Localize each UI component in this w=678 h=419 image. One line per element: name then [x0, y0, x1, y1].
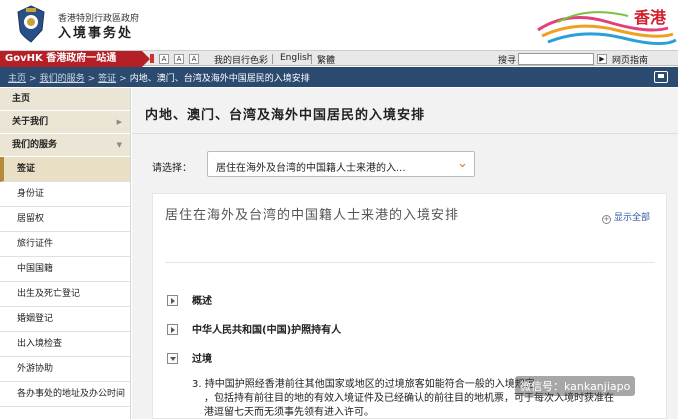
sidebar-item-home[interactable]: 主页	[0, 88, 130, 111]
select-row: 请选择： 居住在海外及台湾的中国籍人士来港的入... ⌄	[132, 135, 678, 183]
search-input[interactable]	[518, 53, 594, 65]
color-preference-link[interactable]: 我的目行色彩	[214, 53, 268, 66]
brand-text: 香港	[633, 8, 666, 27]
breadcrumb-separator: >	[119, 74, 127, 84]
topic-select-value: 居住在海外及台湾的中国籍人士来港的入...	[216, 163, 406, 174]
sidebar-item-birth-death[interactable]: 出生及死亡登记	[0, 282, 130, 307]
plus-circle-icon: +	[601, 215, 611, 224]
font-medium-button[interactable]: A	[174, 54, 184, 64]
section-prc-passport[interactable]: 中华人民共和国(中国)护照持有人	[167, 321, 341, 336]
chevron-down-icon: ▼	[116, 141, 122, 149]
topic-select[interactable]: 居住在海外及台湾的中国籍人士来港的入... ⌄	[207, 151, 475, 177]
breadcrumb-home[interactable]: 主页	[8, 74, 26, 84]
sidebar-item-marriage[interactable]: 婚姻登记	[0, 307, 130, 332]
chevron-right-icon: ▶	[116, 118, 122, 126]
expand-all-label: 显示全部	[613, 213, 650, 223]
sidebar-item-label: 我们的服务	[12, 140, 58, 150]
breadcrumb-services[interactable]: 我们的服务	[40, 74, 85, 84]
section-label: 概述	[192, 296, 212, 307]
site-header: 香港特別行政區政府 入境事务处 香港	[0, 0, 678, 50]
page-title-bar: 内地、澳门、台湾及海外中国居民的入境安排	[132, 88, 678, 134]
sidebar-item-visa[interactable]: 签证	[0, 157, 130, 182]
sidebar-item-services[interactable]: 我们的服务 ▼	[0, 134, 130, 157]
lang-traditional-link[interactable]: 繁體	[317, 53, 335, 66]
search-label: 搜寻	[498, 56, 517, 66]
sidebar-item-label: 关于我们	[12, 117, 49, 127]
main-content: 内地、澳门、台湾及海外中国居民的入境安排 请选择： 居住在海外及台湾的中国籍人士…	[132, 88, 678, 419]
sidebar-item-offices[interactable]: 各办事处的地址及办公时间	[0, 382, 130, 407]
sidebar-item-assistance[interactable]: 外游协助	[0, 357, 130, 382]
font-large-button[interactable]: A	[189, 54, 199, 64]
print-icon[interactable]	[654, 71, 668, 83]
breadcrumb: 主页 > 我们的服务 > 签证 > 内地、澳门、台湾及海外中国居民的入境安排	[8, 71, 310, 84]
breadcrumb-bar: 主页 > 我们的服务 > 签证 > 内地、澳门、台湾及海外中国居民的入境安排	[0, 67, 678, 87]
sidebar: 主页 关于我们 ▶ 我们的服务 ▼ 签证 身份证 居留权 旅行证件 中国国籍 出生及…	[0, 88, 131, 419]
dept-name[interactable]: 入境事务处	[58, 22, 133, 41]
expand-right-icon	[167, 295, 178, 306]
sidebar-item-travel-documents[interactable]: 旅行证件	[0, 232, 130, 257]
gov-toolbar: GovHK 香港政府一站通 A A A 我的目行色彩 English 繁體 搜寻…	[0, 50, 678, 67]
lang-english-link[interactable]: English	[280, 53, 313, 63]
toolbar-divider	[311, 54, 312, 64]
section-label: 过境	[192, 354, 212, 365]
divider	[165, 262, 655, 263]
body-line: ，包括持有前往目的地的有效入境证件及已经确认的前往目的地机票，可于每次入境时获准…	[204, 393, 614, 418]
sidebar-item-immigration-control[interactable]: 出入境检查	[0, 332, 130, 357]
page-title: 内地、澳门、台湾及海外中国居民的入境安排	[145, 108, 426, 123]
section-transit[interactable]: 过境	[167, 350, 212, 365]
collapse-down-icon	[167, 353, 178, 364]
immigration-emblem-icon[interactable]	[14, 4, 48, 44]
sidebar-item-about[interactable]: 关于我们 ▶	[0, 111, 130, 134]
breadcrumb-separator: >	[87, 74, 96, 84]
content-title: 居住在海外及台湾的中国籍人士来港的入境安排	[165, 208, 460, 223]
sidebar-item-id-card[interactable]: 身份证	[0, 182, 130, 207]
sidebar-item-chinese-nationality[interactable]: 中国国籍	[0, 257, 130, 282]
select-label: 请选择：	[152, 163, 192, 174]
stripe-decoration	[150, 54, 154, 63]
sidebar-item-right-of-abode[interactable]: 居留权	[0, 207, 130, 232]
breadcrumb-separator: >	[29, 74, 37, 84]
search-go-button[interactable]: ▶	[597, 54, 607, 64]
sitemap-link[interactable]: 网页指南	[612, 53, 648, 66]
section-overview[interactable]: 概述	[167, 292, 212, 307]
section-label: 中华人民共和国(中国)护照持有人	[192, 325, 342, 336]
expand-all-link[interactable]: + 显示全部	[601, 210, 650, 224]
wechat-watermark: 微信号：kankanjiapo	[515, 376, 636, 396]
breadcrumb-visa[interactable]: 签证	[98, 74, 116, 84]
breadcrumb-current: 内地、澳门、台湾及海外中国居民的入境安排	[129, 74, 310, 84]
toolbar-divider	[272, 54, 273, 64]
expand-right-icon	[167, 324, 178, 335]
sidebar-item-label: 主页	[12, 94, 31, 104]
chevron-down-icon: ⌄	[457, 156, 468, 171]
govhk-link[interactable]: GovHK 香港政府一站通	[0, 51, 150, 67]
font-small-button[interactable]: A	[159, 54, 169, 64]
